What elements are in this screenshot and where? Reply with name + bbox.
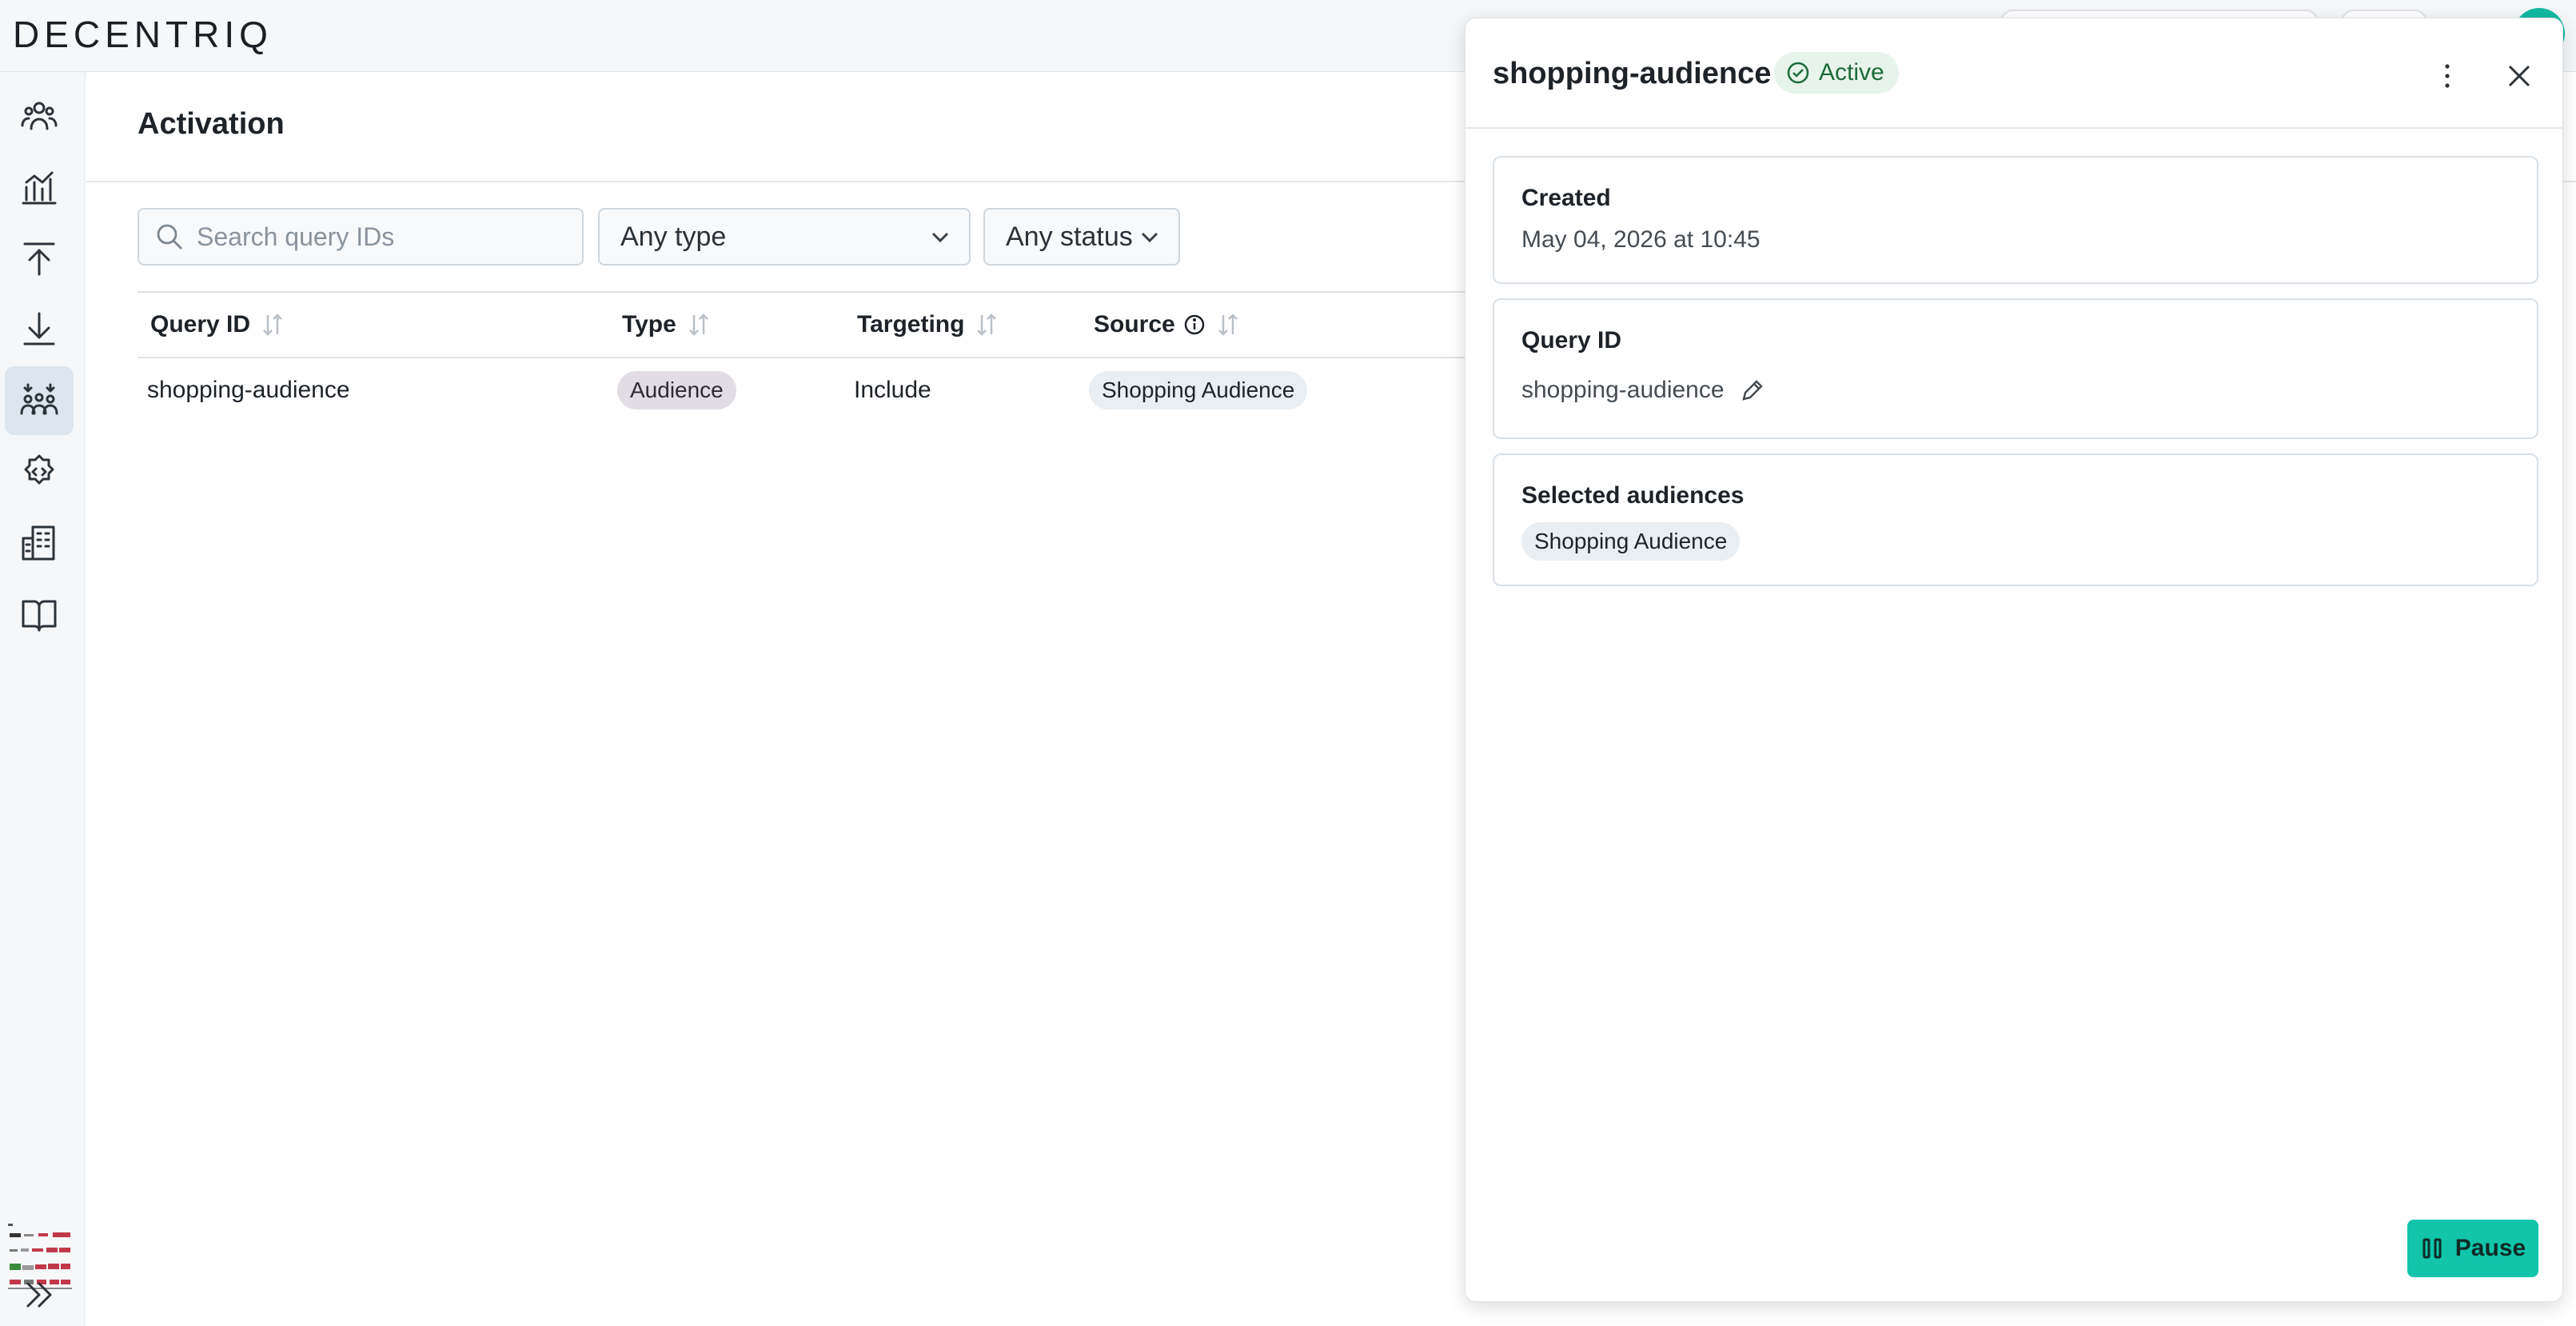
insights-chart-icon: [20, 168, 58, 206]
table-row[interactable]: shopping-audience Audience Include Shopp…: [138, 358, 1561, 422]
close-icon: [2508, 65, 2530, 87]
created-value: May 04, 2026 at 10:45: [1521, 226, 1761, 253]
upload-icon: [20, 239, 58, 278]
pause-button[interactable]: Pause: [2407, 1220, 2538, 1277]
pause-label: Pause: [2454, 1235, 2526, 1261]
audiences-icon: [20, 97, 58, 135]
created-card: Created May 04, 2026 at 10:45: [1493, 156, 2538, 284]
column-label: Query ID: [150, 311, 251, 337]
organization-building-icon: [20, 524, 58, 562]
query-id-value: shopping-audience: [1521, 377, 1725, 403]
documentation-book-icon: [20, 595, 58, 633]
query-id-card: Query ID shopping-audience: [1493, 298, 2538, 439]
sidebar-item-audiences[interactable]: [5, 82, 74, 150]
source-chip: Shopping Audience: [1089, 371, 1308, 409]
column-header-type[interactable]: Type: [622, 293, 713, 357]
sidebar-item-activation[interactable]: [5, 366, 74, 435]
type-chip: Audience: [617, 371, 736, 409]
sidebar-item-insights-chart[interactable]: [5, 153, 74, 222]
column-header-query-id[interactable]: Query ID: [150, 293, 287, 357]
column-header-targeting[interactable]: Targeting: [857, 293, 1001, 357]
column-label: Type: [622, 311, 676, 337]
type-filter-select[interactable]: Any type: [598, 208, 971, 266]
column-label: Source: [1094, 311, 1175, 337]
more-vertical-icon: [2445, 64, 2450, 88]
created-label: Created: [1521, 185, 1611, 211]
query-id-value-row: shopping-audience: [1521, 377, 1766, 404]
cell-targeting: Include: [854, 377, 931, 403]
sidebar-item-download[interactable]: [5, 295, 74, 364]
details-drawer: shopping-audience Active Created May 04,…: [1465, 18, 2563, 1302]
activation-icon: [20, 381, 58, 420]
sidebar-item-organization-building[interactable]: [5, 509, 74, 577]
column-header-source[interactable]: Source: [1094, 293, 1242, 357]
sidebar-item-developer-settings[interactable]: [5, 437, 74, 506]
table-header: Query ID Type Targeting Source: [138, 291, 1561, 358]
chevrons-right-icon: [20, 1276, 58, 1314]
status-badge: Active: [1774, 52, 1899, 94]
drawer-title: shopping-audience: [1493, 57, 1772, 90]
developer-settings-icon: [20, 453, 58, 491]
chevron-down-icon: [929, 226, 951, 248]
search-icon: [155, 222, 184, 251]
sort-icon[interactable]: [684, 310, 713, 339]
search-box[interactable]: [138, 208, 584, 266]
sidebar-item-upload[interactable]: [5, 224, 74, 293]
selected-audiences-card: Selected audiences Shopping Audience: [1493, 453, 2538, 586]
chevron-down-icon: [1138, 226, 1161, 248]
sort-icon[interactable]: [1214, 310, 1242, 339]
close-drawer-button[interactable]: [2500, 57, 2538, 95]
sidebar: [0, 72, 85, 1326]
drawer-header: shopping-audience Active: [1465, 18, 2562, 129]
status-filter-select[interactable]: Any status: [983, 208, 1180, 266]
download-icon: [20, 310, 58, 349]
page-title: Activation: [138, 107, 285, 141]
selected-audiences-label: Selected audiences: [1521, 482, 1745, 509]
sort-icon[interactable]: [972, 310, 1001, 339]
app-logo: DECENTRIQ: [13, 14, 273, 55]
more-options-button[interactable]: [2431, 60, 2463, 92]
audience-chip: Shopping Audience: [1521, 522, 1741, 561]
status-label: Active: [1819, 59, 1884, 86]
cell-query-id: shopping-audience: [147, 377, 350, 403]
info-icon[interactable]: [1183, 314, 1206, 336]
pencil-icon[interactable]: [1739, 377, 1766, 404]
pause-icon: [2422, 1238, 2442, 1259]
status-filter-value: Any status: [1006, 221, 1133, 252]
sort-icon[interactable]: [258, 310, 287, 339]
type-filter-value: Any type: [620, 221, 727, 252]
sidebar-item-documentation-book[interactable]: [5, 580, 74, 649]
search-input[interactable]: [195, 221, 579, 253]
check-circle-icon: [1787, 62, 1809, 84]
sidebar-expand-button[interactable]: [5, 1267, 74, 1323]
query-id-label: Query ID: [1521, 327, 1622, 353]
column-label: Targeting: [857, 311, 965, 337]
